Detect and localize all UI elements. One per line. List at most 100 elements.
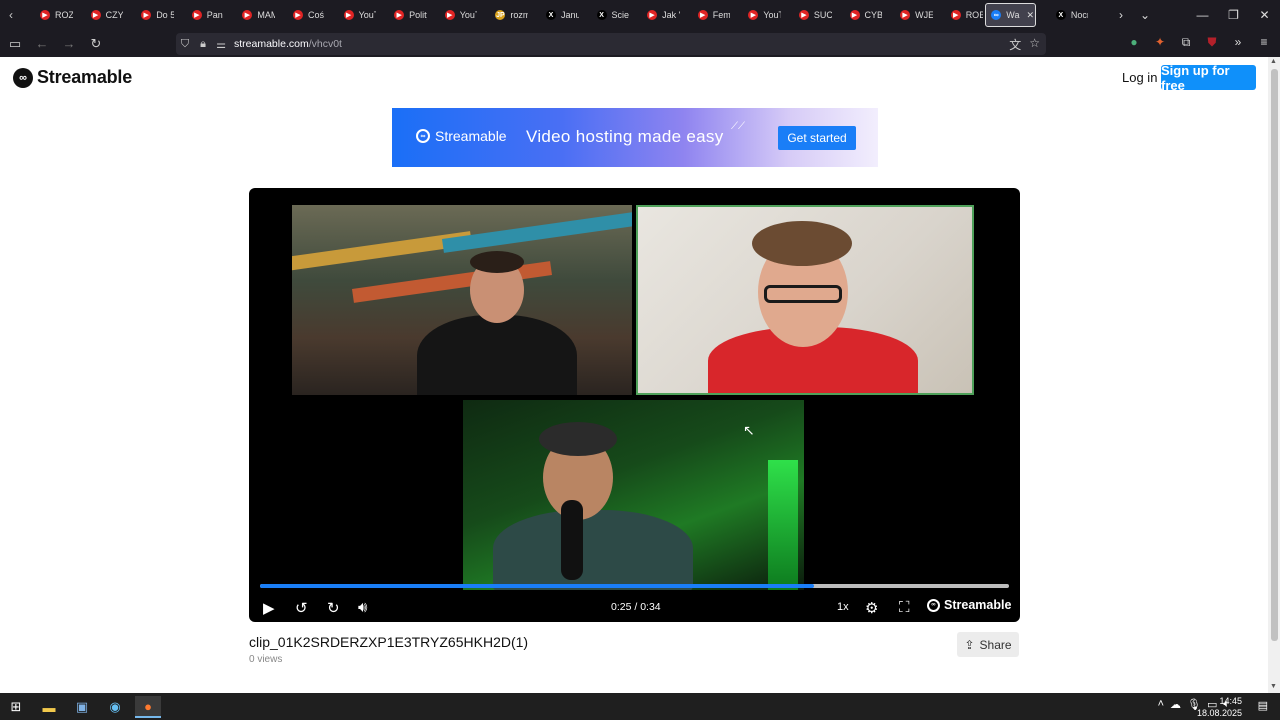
browser-tab[interactable]: X Janus <box>528 0 579 30</box>
app-menu-icon[interactable]: ≡ <box>1256 34 1272 50</box>
tab-scroll-right-button[interactable]: › <box>1109 0 1133 30</box>
steam-icon[interactable]: ◉ <box>102 696 128 718</box>
browser-tab[interactable]: ∞ Wa ✕ <box>985 3 1036 27</box>
url-text[interactable]: streamable.com/vhcv0t <box>234 38 342 50</box>
browser-tab[interactable]: ▶ MAMI <box>224 0 275 30</box>
vpn-extension-icon[interactable]: ● <box>1126 34 1142 50</box>
signup-button[interactable]: Sign up for free <box>1161 63 1256 93</box>
tab-scroll-left-button[interactable]: ‹ <box>0 0 22 30</box>
overflow-menu-icon[interactable]: » <box>1230 34 1246 50</box>
tab-favicon-icon: ▶ <box>748 10 759 20</box>
bookmark-star-icon[interactable]: ☆ <box>1029 36 1040 53</box>
browser-tab[interactable]: ▶ ROZM <box>22 0 73 30</box>
tab-label: ROBLI <box>965 10 984 20</box>
windows-start-icon[interactable]: ⊞ <box>3 696 29 718</box>
tab-label: YouTu <box>763 10 781 20</box>
browser-tab[interactable]: ▶ YouTu <box>730 0 781 30</box>
scroll-up-arrow-icon[interactable]: ▲ <box>1270 58 1277 65</box>
share-button[interactable]: ⇪ Share <box>957 632 1019 657</box>
browser-tab[interactable]: ▶ Coś w <box>275 0 326 30</box>
tab-favicon-icon: ▶ <box>798 10 809 20</box>
fox-extension-icon[interactable]: ✦ <box>1152 34 1168 50</box>
nav-bar: ▭ ← → ↻ ⛉ 🔒︎ ⚌ streamable.com/vhcv0t 文 ☆… <box>0 30 1280 57</box>
microphone-icon <box>561 500 583 580</box>
minimize-button[interactable]: — <box>1187 0 1218 30</box>
play-icon[interactable]: ▶ <box>263 599 275 617</box>
browser-tab[interactable]: X Scienc <box>579 0 629 30</box>
list-all-tabs-button[interactable]: ⌄ <box>1133 0 1157 30</box>
tab-favicon-icon: ▶ <box>343 10 354 20</box>
browser-tab[interactable]: ▶ YouTu <box>326 0 376 30</box>
tab-label: Coś w <box>307 10 326 20</box>
browser-tab[interactable]: X Nocn <box>1038 0 1088 30</box>
logo-text: Streamable <box>37 67 133 87</box>
tab-favicon-icon: ▶ <box>292 10 303 20</box>
close-tab-icon[interactable]: ✕ <box>1026 10 1034 21</box>
browser-tab[interactable]: ▶ Polity <box>376 0 427 30</box>
tray-chevron-icon[interactable]: ˄ <box>1158 698 1164 711</box>
forward-10-icon[interactable]: ↻ <box>327 599 340 617</box>
browser-tab[interactable]: ▶ Do 50 <box>123 0 174 30</box>
back-button[interactable]: ← <box>30 32 54 56</box>
browser-tab[interactable]: ▶ CYBER <box>832 0 883 30</box>
forward-button[interactable]: → <box>57 32 81 56</box>
settings-gear-icon[interactable]: ⚙ <box>865 599 878 617</box>
scrollbar-thumb[interactable] <box>1271 69 1278 641</box>
reload-button[interactable]: ↻ <box>84 32 108 56</box>
tab-label: Jak "k <box>662 10 680 20</box>
tab-label: Polity <box>409 10 427 20</box>
address-bar[interactable]: ⛉ 🔒︎ ⚌ streamable.com/vhcv0t 文 ☆ <box>176 33 1046 55</box>
scroll-down-arrow-icon[interactable]: ▼ <box>1270 683 1277 690</box>
close-window-button[interactable]: ✕ <box>1249 0 1280 30</box>
browser-tab[interactable]: ▶ Pan Ł <box>174 0 224 30</box>
ublock-extension-icon[interactable]: ⛊ <box>1204 34 1220 50</box>
volume-icon[interactable]: 🔊︎ <box>358 599 367 616</box>
browser-tab[interactable]: ▶ SUCH <box>781 0 832 30</box>
page-scrollbar[interactable]: ▲ ▼ <box>1268 57 1280 693</box>
extensions-icon[interactable]: ⧉ <box>1178 34 1194 50</box>
player-brand-link[interactable]: ∞ Streamable <box>927 598 1011 612</box>
tab-favicon-icon: ▶ <box>950 10 961 20</box>
share-icon: ⇪ <box>964 637 975 652</box>
page-info-icon[interactable]: ⚌ <box>212 38 230 51</box>
browser-tab[interactable]: ▶ Femin <box>680 0 730 30</box>
file-explorer-icon[interactable]: ▬ <box>36 696 62 718</box>
taskbar-clock[interactable]: 14:45 18.08.2025 <box>1197 695 1242 719</box>
get-started-button[interactable]: Get started <box>778 126 856 150</box>
notification-icon[interactable]: ▤ <box>1258 699 1268 712</box>
restore-button[interactable]: ❐ <box>1218 0 1249 30</box>
browser-tab[interactable]: ▶ YouTu <box>427 0 477 30</box>
browser-tab[interactable]: ▶ Jak "k <box>629 0 680 30</box>
banner-brand: Streamable <box>435 128 507 144</box>
browser-tab[interactable]: JP rozmo <box>477 0 528 30</box>
progress-bar[interactable] <box>260 584 1009 588</box>
browser-tab[interactable]: ▶ WJECI <box>882 0 933 30</box>
site-logo[interactable]: ∞ Streamable <box>13 67 132 88</box>
tab-label: WJECI <box>915 10 933 20</box>
tab-label: Wa <box>1006 10 1020 20</box>
remote-desktop-icon[interactable]: ▣ <box>69 696 95 718</box>
tab-favicon-icon: X <box>1055 10 1066 20</box>
rewind-10-icon[interactable]: ↺ <box>295 599 308 617</box>
video-player[interactable]: ↖ ▶ ↺ ↻ 🔊︎ 0:25 / 0:34 1x ⚙ ⛶ ∞ Streamab… <box>249 188 1020 622</box>
login-link[interactable]: Log in <box>1122 70 1157 85</box>
playback-speed-button[interactable]: 1x <box>837 601 849 613</box>
lock-icon[interactable]: 🔒︎ <box>194 38 212 51</box>
tab-favicon-icon: ▶ <box>90 10 101 20</box>
tab-favicon-icon: ▶ <box>647 10 658 20</box>
browser-tab[interactable]: ▶ ROBLI <box>933 0 984 30</box>
fullscreen-icon[interactable]: ⛶ <box>899 599 910 616</box>
tab-favicon-icon: JP <box>495 10 506 20</box>
shield-icon[interactable]: ⛉ <box>176 38 194 51</box>
browser-tab[interactable]: ▶ CZYTA <box>73 0 124 30</box>
sidebar-toggle-icon[interactable]: ▭ <box>3 32 27 56</box>
player-controls: ▶ ↺ ↻ 🔊︎ 0:25 / 0:34 1x ⚙ ⛶ ∞ Streamable <box>249 592 1020 622</box>
tab-label: CZYTA <box>105 10 124 20</box>
firefox-icon[interactable]: ● <box>135 696 161 718</box>
tab-label: SUCH <box>813 10 832 20</box>
translate-icon[interactable]: 文 <box>1009 36 1021 53</box>
person-hair <box>752 221 852 266</box>
tab-label: CYBER <box>864 10 883 20</box>
onedrive-icon[interactable]: ☁ <box>1170 698 1181 711</box>
ad-banner[interactable]: ∞ Streamable Video hosting made easy ⟋⟋ … <box>392 108 878 167</box>
